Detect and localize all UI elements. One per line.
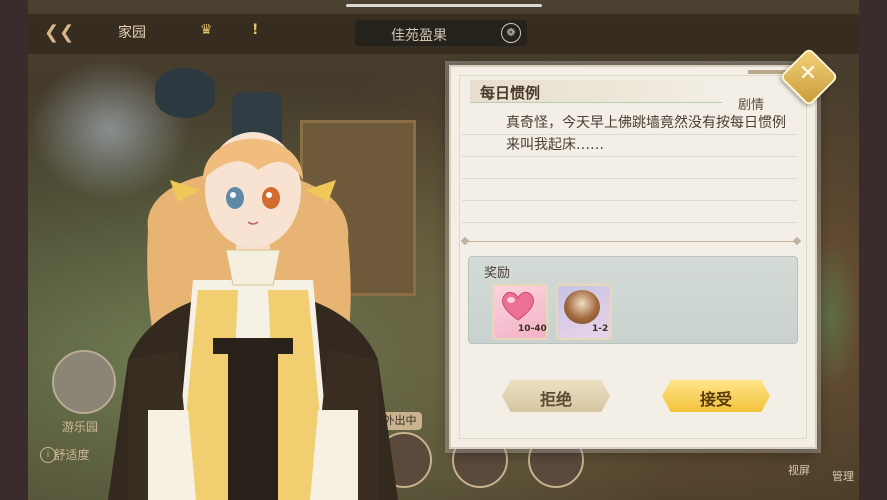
- close-icon[interactable]: ✕: [796, 60, 820, 88]
- right-letterbox: [859, 0, 887, 500]
- text-ruling-line: [462, 156, 798, 157]
- quest-title: 每日惯例: [480, 84, 541, 102]
- quest-type-label: 剧情: [738, 98, 765, 113]
- view-label[interactable]: 视屏: [788, 462, 810, 478]
- text-ruling-line: [462, 200, 798, 201]
- page-title: 家园: [118, 25, 146, 41]
- manage-label[interactable]: 管理: [832, 468, 854, 484]
- system-home-indicator: [346, 4, 542, 7]
- quest-description: 真奇怪，今天早上佛跳墙竟然没有按每日惯例来叫我起床……: [506, 115, 786, 153]
- comfort-label: 舒适度: [53, 448, 90, 462]
- text-ruling-line: [462, 222, 798, 223]
- crown-icon[interactable]: ♛: [200, 22, 213, 38]
- left-letterbox: [0, 0, 28, 500]
- text-ruling-line: [462, 178, 798, 179]
- location-label: 佳苑盈果: [391, 28, 447, 44]
- leaf-icon: ❁: [501, 23, 521, 43]
- accept-button-label[interactable]: 接受: [662, 386, 770, 410]
- reward-quantity: 1-2: [592, 324, 609, 334]
- portrait-icon: [564, 290, 600, 324]
- alert-icon[interactable]: !: [252, 22, 258, 38]
- quest-title-banner: 每日惯例: [470, 80, 722, 102]
- pet-avatar[interactable]: [52, 350, 116, 414]
- reward-label: 奖励: [484, 266, 511, 281]
- heart-icon: [502, 291, 534, 321]
- reject-button-label[interactable]: 拒绝: [502, 386, 610, 410]
- location-selector[interactable]: 佳苑盈果 ❁: [355, 20, 527, 46]
- character-illustration: [108, 132, 398, 500]
- title-underline: [470, 102, 722, 103]
- section-divider: [464, 241, 798, 242]
- amusement-label: 游乐园: [62, 420, 99, 434]
- back-arrow-icon[interactable]: ❮❮: [44, 22, 74, 44]
- reward-quantity: 10-40: [518, 324, 547, 334]
